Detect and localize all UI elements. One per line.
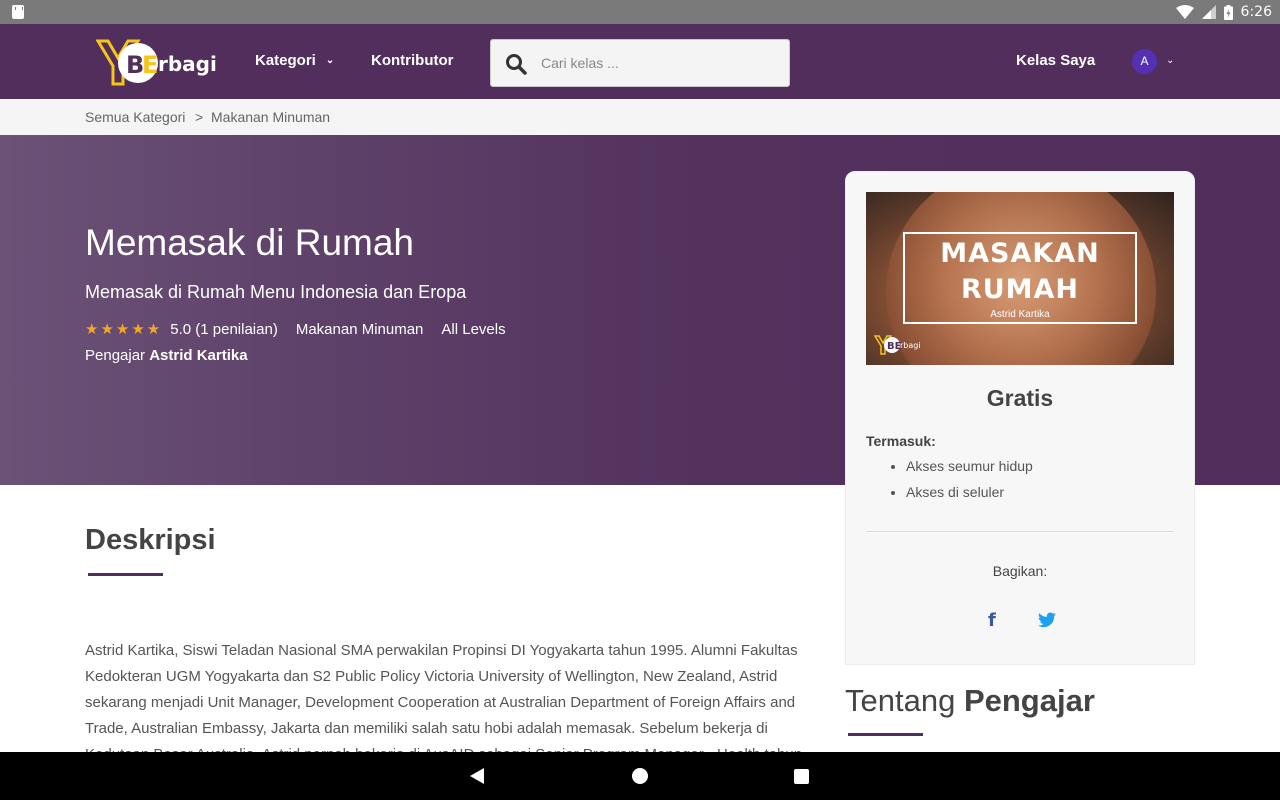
thumbnail-author: Astrid Kartika (990, 309, 1050, 320)
facebook-icon[interactable]: f (988, 610, 996, 631)
card-divider (866, 531, 1174, 532)
search-icon[interactable] (505, 53, 527, 75)
description-title: Deskripsi (85, 524, 216, 556)
battery-charging-icon (1223, 4, 1233, 20)
teacher-name[interactable]: Astrid Kartika (149, 347, 247, 364)
course-price: Gratis (986, 385, 1054, 411)
nav-kategori-label: Kategori (255, 52, 316, 69)
thumbnail-title-line2: RUMAH (960, 274, 1080, 305)
wifi-icon (1175, 5, 1194, 19)
top-navbar: B E rbagi Kategori ⌄ Kontributor Kelas Sa… (0, 24, 1280, 99)
nav-kategori[interactable]: Kategori ⌄ (255, 52, 334, 69)
share-label: Bagikan: (992, 563, 1048, 579)
sd-card-icon (12, 5, 24, 19)
includes-list: Akses seumur hidup Akses di seluler (906, 458, 1033, 510)
includes-item: Akses di seluler (906, 484, 1033, 500)
course-thumbnail: MASAKAN RUMAH Astrid Kartika BE rbagi (866, 192, 1174, 365)
chevron-down-icon[interactable]: ⌄ (1166, 55, 1174, 66)
includes-item: Akses seumur hidup (906, 458, 1033, 474)
description-text: Astrid Kartika, Siswi Teladan Nasional S… (85, 642, 802, 763)
includes-title: Termasuk: (866, 433, 936, 449)
rating-stars-icon: ★★★★★ (85, 321, 163, 338)
course-card: MASAKAN RUMAH Astrid Kartika BE rbagi Gr… (845, 171, 1195, 665)
thumbnail-logo: BE rbagi (874, 335, 921, 355)
status-bar: 6:26 (0, 0, 1280, 24)
home-icon[interactable] (632, 768, 648, 784)
course-title: Memasak di Rumah (85, 222, 415, 263)
avatar[interactable]: A (1132, 49, 1157, 74)
breadcrumb-item-makanan-minuman[interactable]: Makanan Minuman (211, 109, 330, 125)
about-title-bold: Pengajar (963, 683, 1095, 718)
title-underline (88, 573, 163, 576)
back-icon[interactable] (470, 768, 484, 784)
teacher-label: Pengajar (85, 347, 146, 364)
site-logo[interactable]: B E rbagi (96, 38, 218, 86)
nav-kelas-saya[interactable]: Kelas Saya (1016, 52, 1095, 69)
chevron-down-icon: ⌄ (325, 55, 335, 66)
thumbnail-title-line1: MASAKAN (940, 238, 1100, 269)
twitter-icon[interactable] (1038, 612, 1056, 628)
svg-text:rbagi: rbagi (900, 341, 921, 350)
search-bar (490, 39, 790, 87)
breadcrumb: Semua Kategori > Makanan Minuman (0, 99, 1280, 135)
title-underline (848, 733, 923, 736)
clock: 6:26 (1240, 4, 1272, 20)
svg-text:E: E (142, 51, 158, 79)
svg-text:rbagi: rbagi (158, 52, 217, 76)
rating-text: 5.0 (1 penilaian) (170, 320, 278, 338)
course-category[interactable]: Makanan Minuman (296, 321, 424, 338)
course-meta: ★★★★★ 5.0 (1 penilaian) Makanan Minuman … (85, 320, 506, 339)
nav-kontributor[interactable]: Kontributor (371, 52, 453, 69)
about-title-light: Tentang (845, 683, 956, 718)
system-navigation-bar (0, 752, 1280, 800)
breadcrumb-separator: > (195, 109, 204, 125)
about-teacher-title: Tentang Pengajar (845, 683, 1095, 719)
course-subtitle: Memasak di Rumah Menu Indonesia dan Erop… (85, 282, 467, 302)
status-icons: 6:26 (1175, 0, 1272, 24)
signal-icon (1201, 5, 1216, 19)
recent-apps-icon[interactable] (794, 769, 809, 784)
course-teacher: Pengajar Astrid Kartika (85, 347, 248, 364)
breadcrumb-item-semua-kategori[interactable]: Semua Kategori (85, 109, 185, 125)
search-input[interactable] (541, 40, 781, 86)
course-level: All Levels (441, 320, 506, 338)
